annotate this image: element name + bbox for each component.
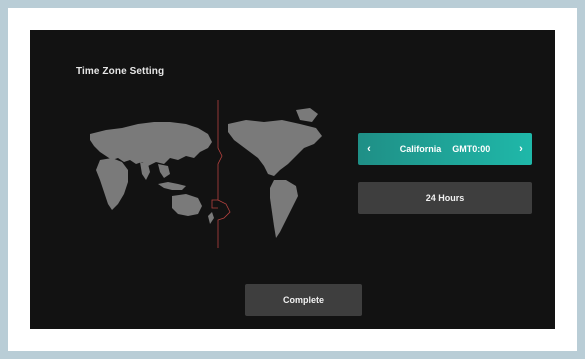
indonesia-shape [158,182,186,190]
greenland-shape [296,108,318,122]
timezone-offset: GMT0:00 [452,144,491,154]
world-map [90,100,322,248]
timezone-selector[interactable]: ‹ California GMT0:00 › [358,133,532,165]
timezone-value: California GMT0:00 [400,144,491,154]
chevron-left-icon[interactable]: ‹ [358,133,380,165]
setup-screen: Time Zone Setting ‹ California GMT0:00 ›… [30,30,555,329]
australia-shape [172,194,202,216]
page-title: Time Zone Setting [76,66,165,77]
africa-shape [96,158,128,210]
complete-button[interactable]: Complete [245,284,362,316]
date-line [217,100,231,248]
time-format-button[interactable]: 24 Hours [358,182,532,214]
date-line-detail [211,199,218,209]
device-frame: Time Zone Setting ‹ California GMT0:00 ›… [8,8,577,351]
newzealand-shape [208,212,214,224]
se-asia-shape [158,164,170,178]
south-america-shape [270,180,298,238]
chevron-right-icon[interactable]: › [510,133,532,165]
north-america-shape [228,120,322,176]
timezone-region: California [399,144,442,154]
